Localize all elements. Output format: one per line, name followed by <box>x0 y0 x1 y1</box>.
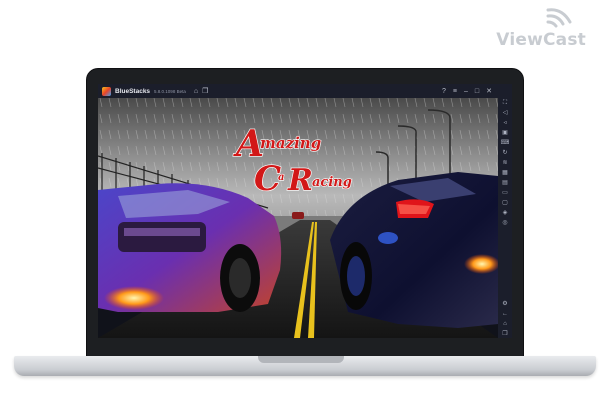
menu-icon[interactable]: ≡ <box>453 88 457 95</box>
volume-down-icon[interactable]: ◃ <box>503 120 506 127</box>
macro-icon[interactable]: ◈ <box>503 210 508 217</box>
bluestacks-sidebar: ⛶ ◁ ◃ ▣ ⌨ ↻ ≋ ▦ ▤ ▭ ▢ ◈ ◎ ⚙ ← ⌂ ❐ <box>498 98 512 338</box>
maximize-icon[interactable]: □ <box>475 88 479 95</box>
volume-up-icon[interactable]: ◁ <box>503 110 508 117</box>
eco-mode-icon[interactable]: ◎ <box>502 220 507 227</box>
back-icon[interactable]: ← <box>502 311 508 318</box>
multi-instance-icon[interactable]: ❐ <box>202 88 208 95</box>
android-home-icon[interactable]: ⌂ <box>503 321 507 328</box>
keyboard-controls-icon[interactable]: ⌨ <box>501 140 510 147</box>
game-view[interactable]: A mazing C a R acing <box>98 98 498 338</box>
app-title: BlueStacks <box>115 87 151 95</box>
window-controls: ? ≡ – □ ✕ <box>442 88 492 95</box>
screenshot-icon[interactable]: ▢ <box>502 200 508 207</box>
folder-icon[interactable]: ▭ <box>502 190 508 197</box>
logo-small-a: a <box>278 172 284 183</box>
rotate-icon[interactable]: ↻ <box>502 150 507 157</box>
logo-big-c: C <box>254 159 281 199</box>
gamepad-icon[interactable]: ▦ <box>502 170 508 177</box>
install-apk-icon[interactable]: ▤ <box>502 180 508 187</box>
app-version: 5.8.0.1098 Beta <box>154 88 186 94</box>
settings-icon[interactable]: ⚙ <box>502 301 507 308</box>
minimize-icon[interactable]: – <box>464 88 468 95</box>
left-race-car <box>98 183 282 312</box>
distant-car <box>292 212 304 219</box>
logo-line3: acing <box>312 175 352 190</box>
home-icon[interactable]: ⌂ <box>194 88 198 95</box>
screen-record-icon[interactable]: ▣ <box>502 130 508 137</box>
shake-icon[interactable]: ≋ <box>502 160 507 167</box>
close-icon[interactable]: ✕ <box>486 88 492 95</box>
help-icon[interactable]: ? <box>442 88 446 95</box>
watermark-text: ViewCast <box>496 30 586 50</box>
bluestacks-window: BlueStacks 5.8.0.1098 Beta ⌂ ❐ ? ≡ – □ ✕ <box>98 84 512 338</box>
bluestacks-logo-icon <box>102 86 111 96</box>
fullscreen-icon[interactable]: ⛶ <box>503 100 507 107</box>
laptop-notch <box>258 356 344 363</box>
viewcast-watermark: ViewCast <box>496 6 590 50</box>
logo-big-r: R <box>287 163 313 198</box>
titlebar: BlueStacks 5.8.0.1098 Beta ⌂ ❐ ? ≡ – □ ✕ <box>98 84 512 98</box>
recent-apps-icon[interactable]: ❐ <box>502 331 507 338</box>
logo-line1: mazing <box>260 134 321 152</box>
wifi-signal-icon <box>546 8 572 28</box>
